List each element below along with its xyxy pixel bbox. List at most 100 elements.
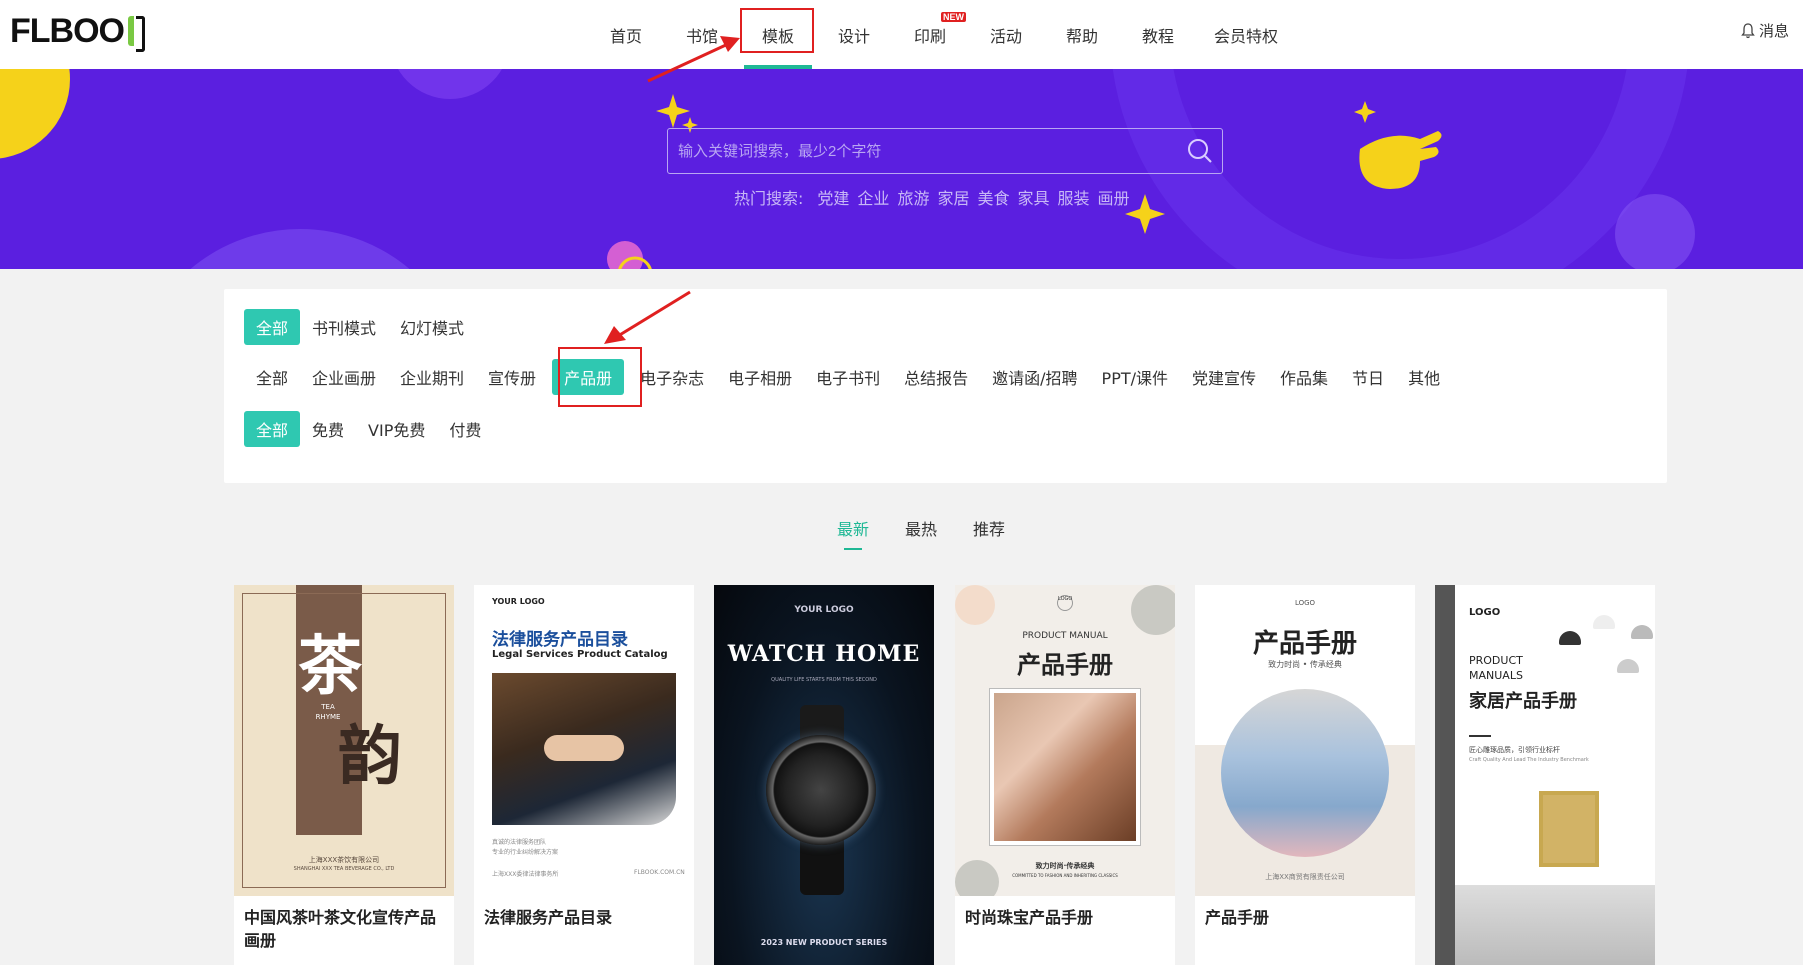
thumb-text: LOGO — [1469, 607, 1501, 618]
category-chip[interactable]: 作品集 — [1268, 359, 1340, 395]
category-chip[interactable]: 邀请函/招聘 — [980, 359, 1089, 395]
price-filter-row: 全部 免费 VIP免费 付费 — [244, 411, 493, 447]
nav-label: 帮助 — [1065, 26, 1098, 46]
nav-print[interactable]: 印刷 NEW — [892, 0, 968, 69]
flbook-logo[interactable]: FLBOO — [10, 11, 145, 52]
price-chip-paid[interactable]: 付费 — [437, 411, 493, 447]
hot-tag[interactable]: 旅游 — [897, 185, 929, 209]
template-thumbnail: 茶 韵 TEA RHYME 上海XXX茶饮有限公司 SHANGHAI XXX T… — [234, 585, 454, 896]
thumb-text: TEA — [321, 703, 335, 711]
hot-tag[interactable]: 党建 — [817, 185, 849, 209]
template-card[interactable]: LOGO 产品手册 致力时尚 • 传承经典 上海XX商贸有限责任公司 产品手册 — [1195, 585, 1415, 965]
thumb-text: RHYME — [315, 713, 341, 721]
hot-tag[interactable]: 家具 — [1017, 185, 1049, 209]
watch-image — [766, 735, 876, 845]
thumb-text: 家居产品手册 — [1469, 691, 1577, 712]
category-chip[interactable]: 节日 — [1340, 359, 1396, 395]
nav-label: 印刷 — [913, 26, 946, 46]
thumb-divider — [1469, 735, 1491, 737]
template-card[interactable]: 茶 韵 TEA RHYME 上海XXX茶饮有限公司 SHANGHAI XXX T… — [234, 585, 454, 965]
sort-tab-newest[interactable]: 最新 — [837, 516, 869, 550]
nav-library[interactable]: 书馆 — [664, 0, 740, 69]
nav-home[interactable]: 首页 — [588, 0, 664, 69]
category-chip[interactable]: 全部 — [244, 359, 300, 395]
category-chip[interactable]: 宣传册 — [476, 359, 548, 395]
category-chip[interactable]: 企业画册 — [300, 359, 388, 395]
lamp-image — [1593, 615, 1615, 629]
thumb-text: 产品手册 — [1252, 629, 1357, 659]
template-card[interactable]: LOGO PRODUCT MANUALS 家居产品手册 匠心雕琢品质，引领行业标杆… — [1435, 585, 1655, 965]
filter-panel: 全部 书刊模式 幻灯模式 全部 企业画册 企业期刊 宣传册 产品册 电子杂志 电… — [224, 289, 1667, 483]
template-card[interactable]: YOUR LOGO 法律服务产品目录 Legal Services Produc… — [474, 585, 694, 965]
card-title: 产品手册 — [1205, 908, 1270, 927]
price-chip-vip-free[interactable]: VIP免费 — [356, 411, 437, 447]
thumb-text: PRODUCT — [1469, 654, 1523, 667]
mode-chip-all[interactable]: 全部 — [244, 309, 301, 345]
search-input[interactable] — [678, 129, 1178, 173]
thumb-text: YOUR LOGO — [492, 597, 545, 606]
search-box — [667, 128, 1223, 174]
thumb-text: PRODUCT MANUALS — [1469, 653, 1523, 683]
lamp-image — [1617, 659, 1639, 673]
wall-painting-image — [1539, 791, 1599, 867]
lamp-image — [1631, 625, 1653, 639]
thumb-text: 产品手册 — [1017, 650, 1113, 679]
category-chip[interactable]: 企业期刊 — [388, 359, 476, 395]
thumb-text: LOGO — [1294, 599, 1316, 607]
thumb-decoration — [1131, 585, 1175, 635]
sort-tab-hottest[interactable]: 最热 — [905, 516, 937, 540]
category-chip[interactable]: 其他 — [1396, 359, 1452, 395]
thumb-text: COMMITTED TO FASHION AND INHERITING CLAS… — [1012, 873, 1118, 878]
sort-tab-recommended[interactable]: 推荐 — [973, 516, 1005, 540]
template-card[interactable]: LOGO PRODUCT MANUAL 产品手册 致力时尚·传承经典 COMMI… — [955, 585, 1175, 965]
logo-k-mark-icon — [126, 14, 145, 52]
nav-design[interactable]: 设计 — [816, 0, 892, 69]
thumb-text: 真诚的法律服务团队 — [492, 839, 547, 846]
logo-text: FLBOO — [10, 11, 125, 50]
thumb-text: QUALITY LIFE STARTS FROM THIS SECOND — [771, 677, 877, 683]
top-header: FLBOO 首页 书馆 模板 设计 印刷 NEW 活动 帮助 教程 会员特权 消息 — [0, 0, 1803, 69]
hot-tag[interactable]: 服装 — [1058, 185, 1090, 209]
thumb-text: 2023 NEW PRODUCT SERIES — [760, 938, 888, 947]
price-chip-all[interactable]: 全部 — [244, 411, 301, 447]
template-thumbnail: LOGO PRODUCT MANUALS 家居产品手册 匠心雕琢品质，引领行业标杆… — [1435, 585, 1655, 965]
search-button[interactable] — [1178, 129, 1222, 173]
card-title: 中国风茶叶茶文化宣传产品画册 — [244, 908, 437, 950]
thumb-text: YOUR LOGO — [794, 605, 854, 615]
category-chip[interactable]: 电子书刊 — [804, 359, 892, 395]
template-card[interactable]: YOUR LOGO WATCH HOME QUALITY LIFE STARTS… — [714, 585, 934, 965]
category-chip[interactable]: 电子相册 — [716, 359, 804, 395]
nav-label: 活动 — [989, 26, 1022, 46]
bell-icon — [1741, 22, 1755, 38]
template-thumbnail: YOUR LOGO WATCH HOME QUALITY LIFE STARTS… — [714, 585, 934, 965]
thumb-text: 匠心雕琢品质，引领行业标杆 — [1469, 746, 1560, 754]
hot-label: 热门搜索: — [734, 189, 804, 208]
mode-chip-book[interactable]: 书刊模式 — [300, 309, 388, 345]
mode-chip-slide[interactable]: 幻灯模式 — [388, 309, 476, 345]
hot-tag[interactable]: 画册 — [1098, 185, 1130, 209]
hot-tag[interactable]: 家居 — [937, 185, 969, 209]
nav-tutorial[interactable]: 教程 — [1120, 0, 1196, 69]
mode-filter-row: 全部 书刊模式 幻灯模式 — [244, 309, 476, 345]
nav-membership[interactable]: 会员特权 — [1196, 0, 1296, 69]
nav-label: 设计 — [837, 26, 870, 46]
notifications-button[interactable]: 消息 — [1741, 20, 1789, 41]
new-badge: NEW — [941, 12, 966, 22]
nav-help[interactable]: 帮助 — [1044, 0, 1120, 69]
lamp-image — [1559, 631, 1581, 645]
category-chip[interactable]: 总结报告 — [892, 359, 980, 395]
card-title: 时尚珠宝产品手册 — [965, 908, 1094, 927]
main-nav: 首页 书馆 模板 设计 印刷 NEW 活动 帮助 教程 会员特权 — [588, 0, 1296, 69]
category-chip[interactable]: PPT/课件 — [1090, 359, 1180, 395]
thumb-text: MANUALS — [1469, 669, 1523, 682]
thumb-text: LOGO — [1057, 595, 1073, 611]
thumb-text: Legal Services Product Catalog — [492, 649, 668, 660]
nav-activity[interactable]: 活动 — [968, 0, 1044, 69]
category-filter-row: 全部 企业画册 企业期刊 宣传册 产品册 电子杂志 电子相册 电子书刊 总结报告… — [244, 359, 1452, 395]
thumb-text: SHANGHAI XXX TEA BEVERAGE CO., LTD — [293, 866, 395, 872]
price-chip-free[interactable]: 免费 — [300, 411, 356, 447]
category-chip[interactable]: 党建宣传 — [1180, 359, 1268, 395]
sort-tabs: 最新 最热 推荐 — [837, 516, 1005, 550]
hot-tag[interactable]: 企业 — [857, 185, 889, 209]
hot-tag[interactable]: 美食 — [977, 185, 1009, 209]
